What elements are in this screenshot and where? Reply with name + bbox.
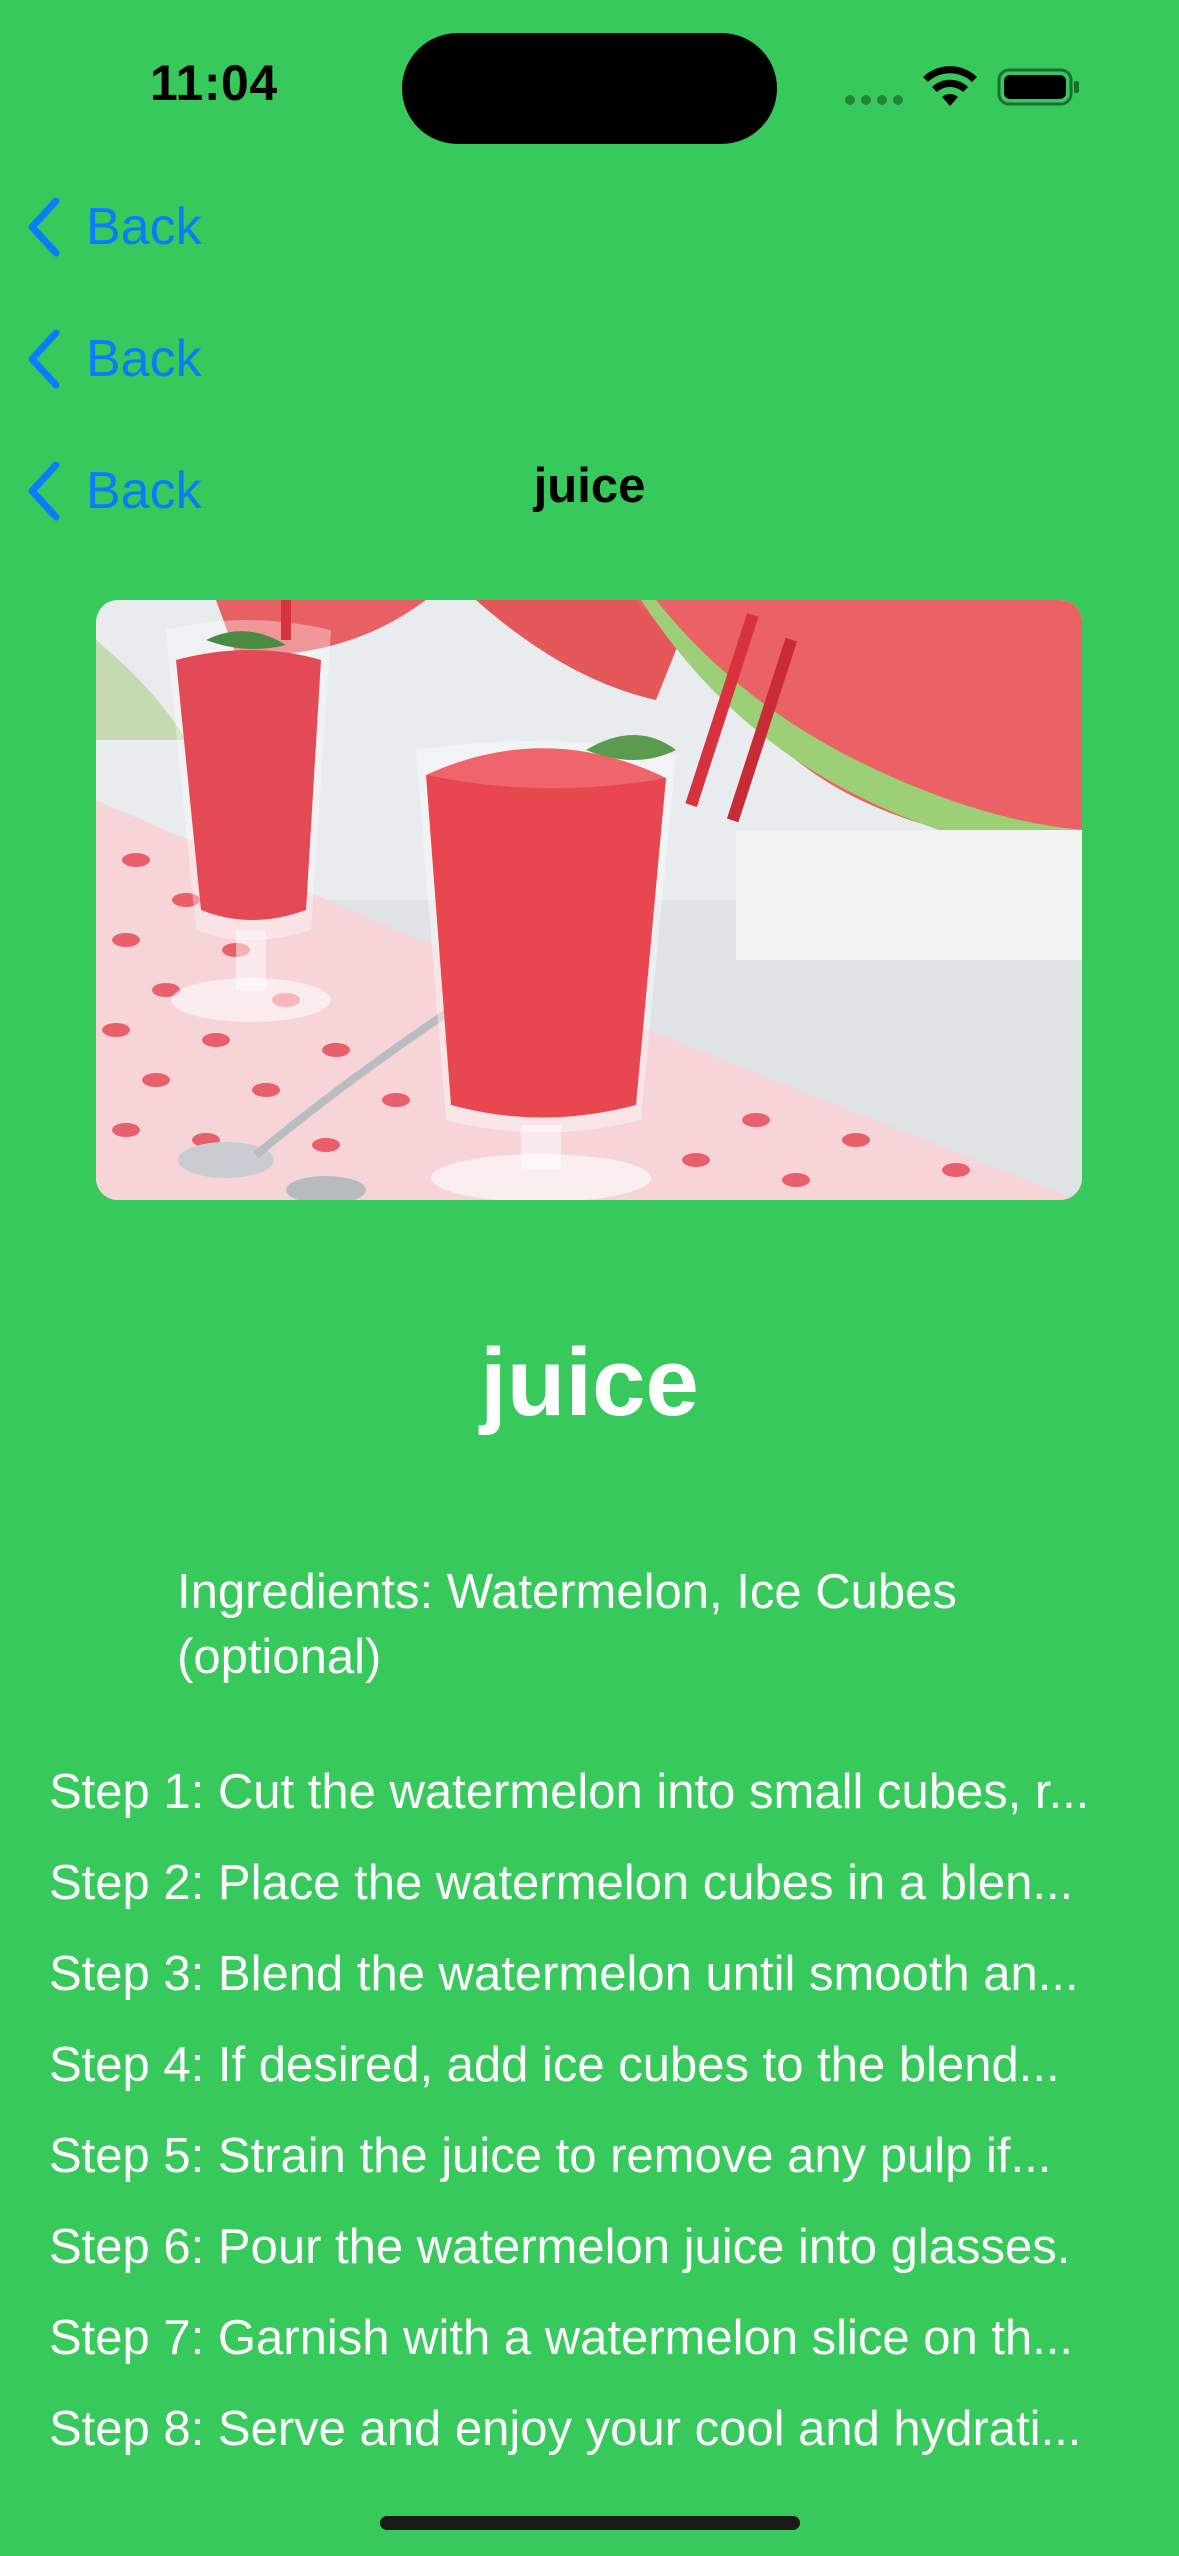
step-item: Step 4: If desired, add ice cubes to the… bbox=[49, 2038, 1060, 2092]
back-button-label: Back bbox=[86, 198, 202, 256]
back-button-label: Back bbox=[86, 330, 202, 388]
step-item: Step 6: Pour the watermelon juice into g… bbox=[49, 2220, 1071, 2274]
steps-list: Step 1: Cut the watermelon into small cu… bbox=[49, 1756, 1139, 2484]
status-time: 11:04 bbox=[150, 55, 278, 111]
step-item: Step 2: Place the watermelon cubes in a … bbox=[49, 1856, 1074, 1910]
step-item: Step 7: Garnish with a watermelon slice … bbox=[49, 2311, 1074, 2365]
step-item: Step 1: Cut the watermelon into small cu… bbox=[49, 1765, 1090, 1819]
chevron-left-icon bbox=[28, 197, 60, 257]
recipe-image bbox=[96, 600, 1082, 1200]
dynamic-island bbox=[402, 33, 777, 144]
back-button[interactable]: Back bbox=[24, 324, 202, 394]
battery-icon bbox=[997, 68, 1079, 106]
nav-title: juice bbox=[533, 459, 646, 513]
step-item: Step 5: Strain the juice to remove any p… bbox=[49, 2129, 1052, 2183]
back-button[interactable]: Back bbox=[24, 192, 202, 262]
cellular-icon bbox=[845, 95, 903, 105]
step-item: Step 3: Blend the watermelon until smoot… bbox=[49, 1947, 1079, 2001]
recipe-title: juice bbox=[480, 1329, 699, 1436]
chevron-left-icon bbox=[28, 329, 60, 389]
wifi-icon bbox=[923, 66, 977, 106]
ingredients-text: Ingredients: Watermelon, Ice Cubes (opti… bbox=[177, 1565, 957, 1684]
home-indicator[interactable] bbox=[380, 2516, 800, 2530]
step-item: Step 8: Serve and enjoy your cool and hy… bbox=[49, 2402, 1082, 2456]
